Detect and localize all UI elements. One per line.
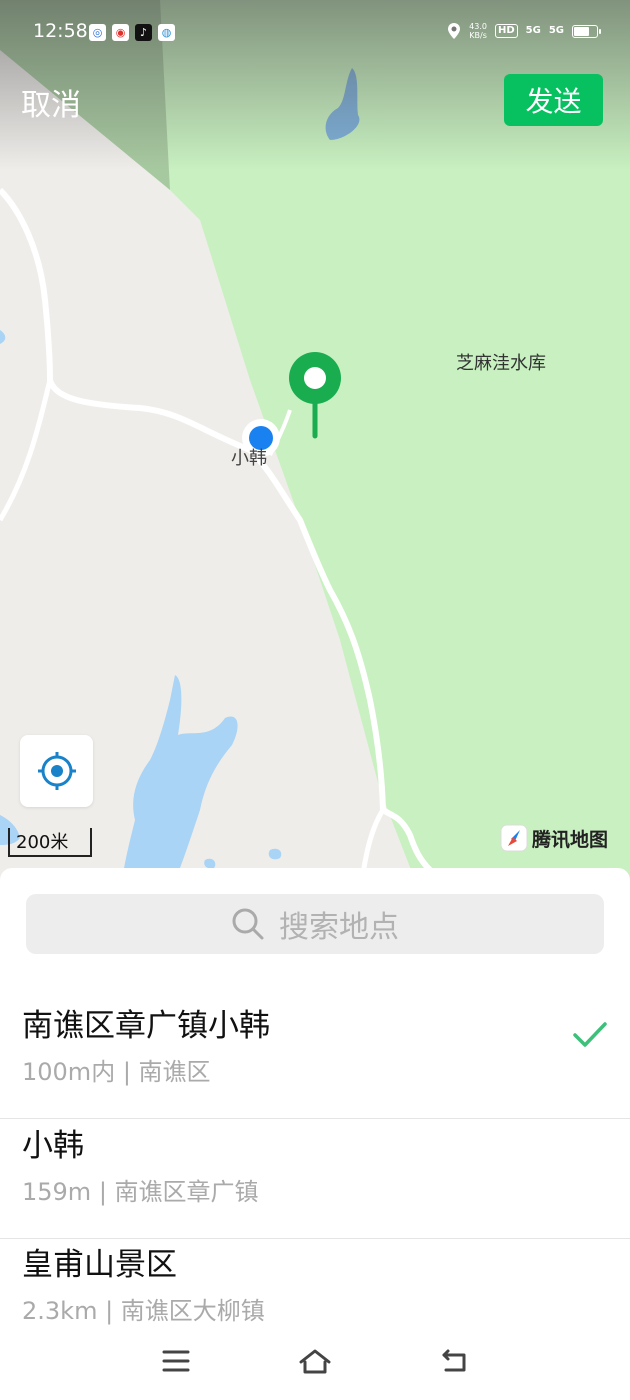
search-icon	[232, 908, 264, 940]
result-title: 南谯区章广镇小韩	[22, 1008, 270, 1044]
menu-icon[interactable]	[162, 1348, 190, 1374]
signal-sim1: 5G	[525, 25, 541, 36]
status-time: 12:58	[33, 20, 88, 42]
system-icons: 43.0 KB/s HD 5G 5G	[447, 22, 601, 40]
app-notification-icon: ◍	[158, 24, 175, 41]
locate-me-button[interactable]	[20, 735, 93, 807]
result-item[interactable]: 小韩 159m | 南谯区章广镇	[0, 1120, 630, 1239]
send-button[interactable]: 发送	[504, 74, 603, 126]
net-speed-value: 43.0	[469, 22, 487, 31]
tencent-map-logo-icon	[500, 824, 528, 852]
back-icon[interactable]	[440, 1348, 470, 1374]
result-item[interactable]: 南谯区章广镇小韩 100m内 | 南谯区	[0, 1000, 630, 1119]
check-icon	[573, 1022, 607, 1047]
net-speed: 43.0 KB/s	[469, 22, 487, 40]
location-target-icon	[37, 752, 76, 790]
result-title: 小韩	[22, 1128, 84, 1164]
map-view[interactable]: 芝麻洼水库 小韩 200米 腾讯地图	[0, 0, 630, 880]
search-input[interactable]: 搜索地点	[26, 894, 604, 954]
map-brand-label: 腾讯地图	[532, 828, 609, 851]
home-icon[interactable]	[298, 1348, 332, 1376]
map-brand: 腾讯地图	[500, 824, 608, 852]
app-notification-icon: ◎	[89, 24, 106, 41]
location-panel: 搜索地点 南谯区章广镇小韩 100m内 | 南谯区 小韩 159m | 南谯区章…	[0, 868, 630, 1400]
result-subtitle: 100m内 | 南谯区	[22, 1058, 211, 1086]
tiktok-icon: ♪	[135, 24, 152, 41]
reservoir-label: 芝麻洼水库	[456, 353, 546, 374]
signal-sim2: 5G	[548, 25, 564, 36]
divider	[0, 1118, 630, 1119]
search-placeholder: 搜索地点	[279, 910, 399, 945]
location-icon	[448, 23, 461, 39]
cancel-button[interactable]: 取消	[21, 80, 81, 124]
result-subtitle: 2.3km | 南谯区大柳镇	[22, 1297, 265, 1325]
send-button-label: 发送	[525, 85, 582, 118]
app-notification-icon: ◉	[112, 24, 129, 41]
hd-badge: HD	[494, 24, 518, 38]
status-bar: 12:58 ◎ ◉ ♪ ◍ 43.0 KB/s HD 5G 5G	[0, 0, 630, 66]
system-nav-bar	[0, 1330, 630, 1400]
notification-icons: ◎ ◉ ♪ ◍	[89, 24, 175, 41]
map-background	[0, 0, 630, 880]
place-label: 小韩	[231, 448, 267, 469]
result-subtitle: 159m | 南谯区章广镇	[22, 1178, 259, 1206]
net-speed-unit: KB/s	[469, 31, 487, 40]
map-scale-label: 200米	[16, 832, 69, 853]
result-title: 皇甫山景区	[22, 1247, 177, 1283]
battery-icon	[572, 24, 601, 38]
